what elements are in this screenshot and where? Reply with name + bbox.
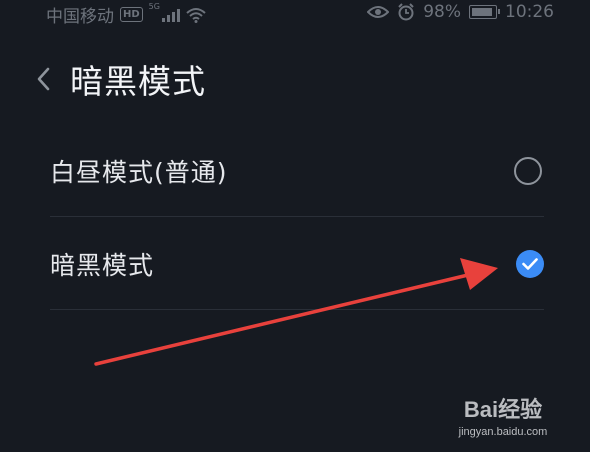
watermark-url: jingyan.baidu.com xyxy=(458,426,548,438)
watermark-logo: Bai经验 xyxy=(463,397,543,422)
annotation-arrow xyxy=(94,258,498,366)
watermark: Bai经验 jingyan.baidu.com xyxy=(448,392,558,438)
